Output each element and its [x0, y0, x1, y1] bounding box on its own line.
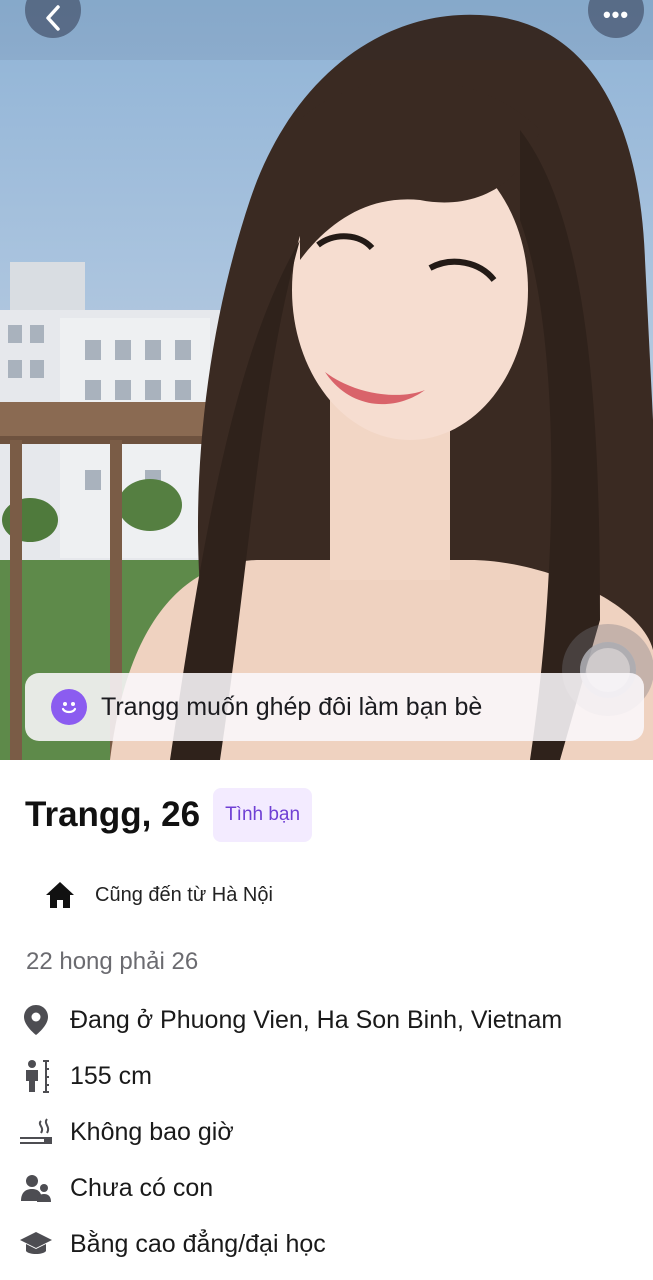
attribute-location: Đang ở Phuong Vien, Ha Son Binh, Vietnam	[18, 1000, 562, 1040]
chevron-left-icon	[46, 5, 60, 31]
location-pin-icon	[18, 1002, 54, 1038]
attribute-smoking: Không bao giờ	[18, 1112, 234, 1152]
photo-scene	[0, 0, 653, 760]
attribute-text: Chưa có con	[70, 1173, 214, 1202]
attribute-children: Chưa có con	[18, 1168, 213, 1208]
attribute-text: 155 cm	[70, 1061, 152, 1090]
attribute-text: Bằng cao đẳng/đại học	[70, 1229, 326, 1258]
children-icon	[18, 1170, 54, 1206]
height-icon	[18, 1058, 54, 1094]
attribute-height: 155 cm	[18, 1056, 152, 1096]
graduation-cap-icon	[18, 1226, 54, 1262]
home-icon	[46, 882, 74, 908]
profile-screen: ••• Trangg muốn ghép đôi làm bạn bè Tran…	[0, 0, 653, 1280]
profile-photo[interactable]: ••• Trangg muốn ghép đôi làm bạn bè	[0, 0, 653, 760]
name-row: Trangg, 26 Tình bạn	[25, 788, 313, 842]
profile-name-age: Trangg, 26	[25, 795, 201, 834]
hometown-text: Cũng đến từ Hà Nội	[95, 883, 273, 906]
smoking-icon	[18, 1114, 54, 1150]
match-intent-banner: Trangg muốn ghép đôi làm bạn bè	[25, 673, 644, 741]
hometown-row: Cũng đến từ Hà Nội	[45, 876, 273, 914]
smile-icon	[51, 689, 87, 725]
more-horizontal-icon: •••	[602, 2, 630, 27]
bio-text: 22 hong phải 26	[26, 948, 199, 975]
attribute-text: Không bao giờ	[70, 1117, 234, 1146]
match-intent-text: Trangg muốn ghép đôi làm bạn bè	[101, 692, 483, 721]
relationship-goal-badge: Tình bạn	[213, 788, 313, 842]
attribute-education: Bằng cao đẳng/đại học	[18, 1224, 326, 1264]
attribute-text: Đang ở Phuong Vien, Ha Son Binh, Vietnam	[70, 1005, 563, 1034]
